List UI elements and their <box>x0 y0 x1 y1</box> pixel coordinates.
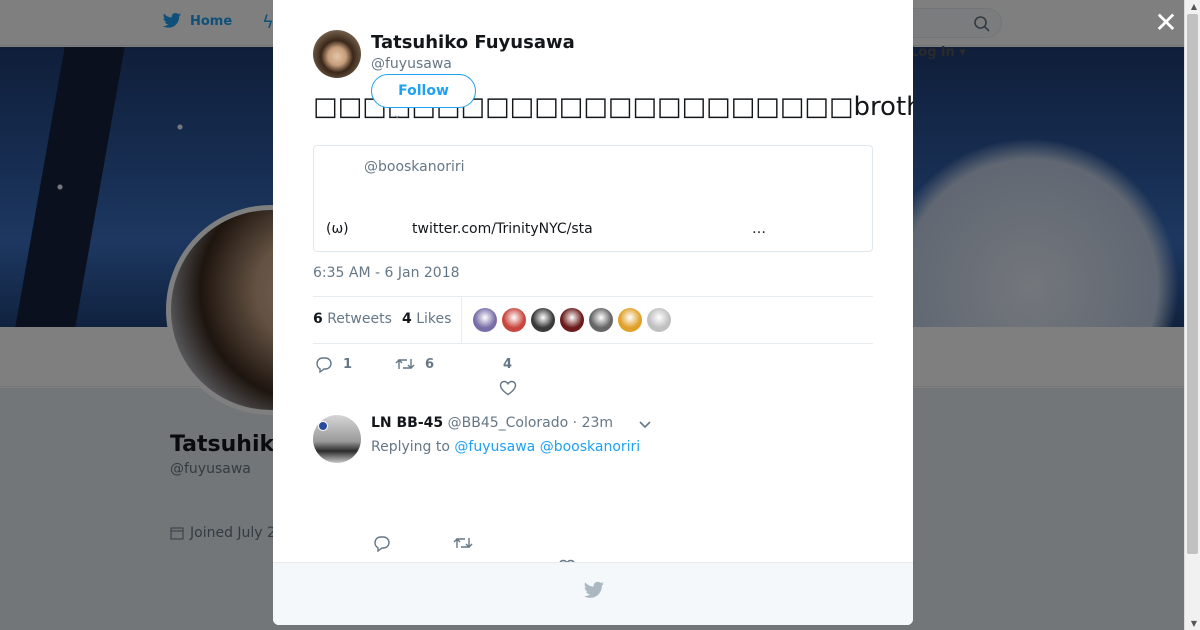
retweets-stat[interactable]: 6 Retweets <box>313 311 392 327</box>
liker-avatar[interactable] <box>589 308 613 332</box>
follow-button[interactable]: Follow <box>371 74 476 108</box>
liker-avatar[interactable] <box>560 308 584 332</box>
reply-avatar[interactable] <box>313 415 361 463</box>
retweet-button[interactable]: 6 <box>395 356 434 372</box>
reply-count: 1 <box>343 357 353 372</box>
reply-button[interactable]: 1 <box>315 356 352 373</box>
scroll-thumb[interactable] <box>1187 14 1198 554</box>
retweet-icon <box>395 359 415 369</box>
reply-time[interactable]: · 23m <box>573 415 613 431</box>
like-count: 4 <box>503 357 513 372</box>
retweet-icon[interactable] <box>453 535 473 551</box>
liker-avatar[interactable] <box>618 308 642 332</box>
page-scrollbar[interactable]: ▲ ▼ <box>1184 0 1200 630</box>
reply-tweet[interactable]: LN BB-45 @BB45_Colorado · 23m Replying t… <box>313 415 873 565</box>
bird-icon <box>583 581 605 598</box>
scroll-down-arrow[interactable]: ▼ <box>1191 619 1197 628</box>
retweet-count: 6 <box>425 356 435 372</box>
tweet-actions: 1 6 4 <box>313 350 873 400</box>
reply-author-handle[interactable]: @BB45_Colorado <box>448 415 569 431</box>
mention-link[interactable]: @booskanoriri <box>540 439 640 455</box>
reply-header: LN BB-45 @BB45_Colorado · 23m <box>371 415 613 431</box>
chevron-down-icon[interactable]: ⌄ <box>393 110 401 121</box>
reply-icon <box>316 357 332 373</box>
liker-avatar[interactable] <box>647 308 671 332</box>
reply-icon[interactable] <box>373 535 391 552</box>
chevron-down-icon[interactable] <box>638 417 652 431</box>
quoted-tweet[interactable]: @booskanoriri (ω) twitter.com/TrinityNYC… <box>313 145 873 252</box>
liker-avatar[interactable] <box>502 308 526 332</box>
tweet-timestamp[interactable]: 6:35 AM - 6 Jan 2018 <box>313 265 460 281</box>
liker-avatar[interactable] <box>473 308 497 332</box>
quoted-text: (ω) <box>326 221 349 237</box>
close-icon[interactable]: ✕ <box>1153 9 1179 37</box>
quoted-handle: @booskanoriri <box>364 159 465 175</box>
quoted-ellipsis: … <box>752 221 766 237</box>
liker-avatars <box>473 308 671 332</box>
mention-link[interactable]: @fuyusawa <box>454 439 535 455</box>
author-name[interactable]: Tatsuhiko Fuyusawa <box>371 32 575 53</box>
stats-divider <box>461 297 462 343</box>
tweet-stats: 6 Retweets 4 Likes <box>313 296 873 344</box>
liker-avatar[interactable] <box>531 308 555 332</box>
quoted-link[interactable]: twitter.com/TrinityNYC/sta <box>412 221 593 237</box>
replying-to: Replying to @fuyusawa @booskanoriri <box>371 439 641 455</box>
scroll-up-arrow[interactable]: ▲ <box>1191 2 1197 11</box>
likes-stat[interactable]: 4 Likes <box>402 311 451 327</box>
heart-icon[interactable] <box>499 380 517 396</box>
tweet-modal: Tatsuhiko Fuyusawa @fuyusawa □□□□□□□□□□□… <box>273 0 913 625</box>
author-handle[interactable]: @fuyusawa <box>371 56 452 72</box>
author-avatar[interactable] <box>313 30 361 78</box>
modal-footer <box>273 562 913 625</box>
reply-author-name[interactable]: LN BB-45 <box>371 415 443 431</box>
